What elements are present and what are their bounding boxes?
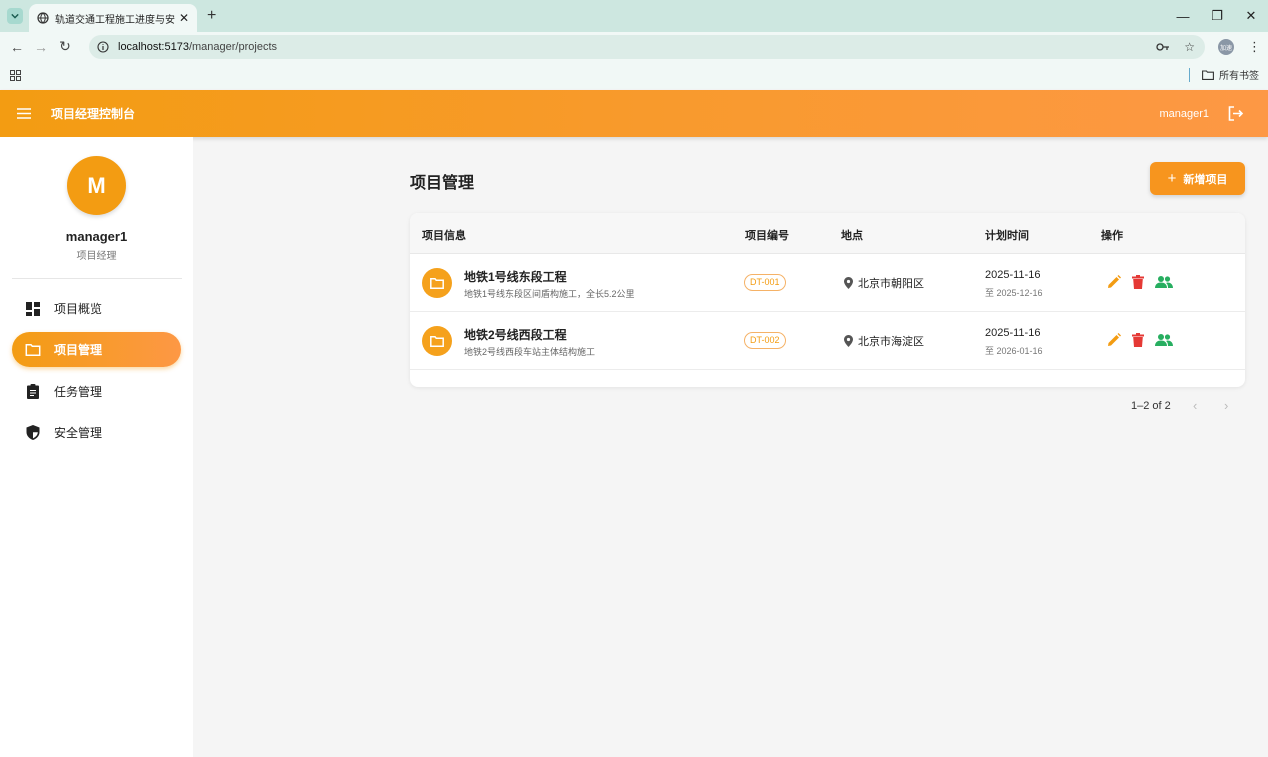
browser-tab-strip: 轨道交通工程施工进度与安全信 ✕ + — ❐ ✕ xyxy=(0,0,1268,32)
project-name: 地铁2号线西段工程 xyxy=(464,328,567,342)
sidebar-item-label: 安全管理 xyxy=(54,426,103,440)
add-project-label: 新增项目 xyxy=(1183,173,1228,186)
sidebar-item-label: 项目概览 xyxy=(54,302,103,316)
assignment-icon xyxy=(27,384,39,399)
folder-icon xyxy=(25,343,41,356)
bookmarks-bar: 所有书签 xyxy=(0,61,1268,89)
close-window-button[interactable]: ✕ xyxy=(1234,8,1268,24)
address-bar-actions: ☆ xyxy=(1156,35,1195,59)
menu-icon[interactable] xyxy=(17,108,31,119)
location-pin-icon xyxy=(844,335,853,347)
browser-toolbar: ← → ↻ localhost:5173/manager/projects ☆ … xyxy=(0,32,1268,61)
header-actions: 操作 xyxy=(1101,230,1123,242)
projects-table: 项目信息 项目编号 地点 计划时间 操作 地铁1号线东段工程 地铁1号线东段区间… xyxy=(410,213,1245,387)
avatar-letter: M xyxy=(87,172,106,198)
delete-icon[interactable] xyxy=(1132,275,1144,289)
tab-title: 轨道交通工程施工进度与安全信 xyxy=(55,14,175,26)
logout-icon[interactable] xyxy=(1228,106,1244,121)
sidebar-item-label: 任务管理 xyxy=(54,385,103,399)
next-page-icon[interactable]: › xyxy=(1224,398,1228,413)
bookmarks-separator xyxy=(1189,67,1190,82)
table-header: 项目信息 项目编号 地点 计划时间 操作 xyxy=(410,213,1245,254)
bookmark-star-icon[interactable]: ☆ xyxy=(1184,40,1195,54)
forward-button[interactable]: → xyxy=(34,39,48,55)
apps-grid-icon[interactable] xyxy=(10,69,21,81)
location-text: 北京市朝阳区 xyxy=(858,278,924,290)
globe-icon xyxy=(37,12,49,24)
url-path: /manager/projects xyxy=(188,41,277,53)
app-title: 项目经理控制台 xyxy=(51,107,136,121)
end-date: 至 2026-01-16 xyxy=(985,346,1043,356)
reload-button[interactable]: ↻ xyxy=(58,38,72,55)
tab-search-button[interactable] xyxy=(7,8,23,24)
pagination-info: 1–2 of 2 xyxy=(1131,400,1171,412)
sidebar-item-label: 项目管理 xyxy=(54,343,103,357)
header-username: manager1 xyxy=(1159,107,1209,120)
plus-icon: + xyxy=(1167,170,1177,187)
prev-page-icon[interactable]: ‹ xyxy=(1193,398,1197,413)
location-text: 北京市海淀区 xyxy=(858,336,924,348)
add-project-button[interactable]: + 新增项目 xyxy=(1150,162,1245,195)
restore-button[interactable]: ❐ xyxy=(1200,8,1234,24)
shield-icon xyxy=(26,425,40,440)
sidebar-item-safety[interactable]: 安全管理 xyxy=(12,415,181,450)
project-name: 地铁1号线东段工程 xyxy=(464,270,567,284)
chevron-down-icon xyxy=(11,13,19,19)
sidebar-item-overview[interactable]: 项目概览 xyxy=(12,291,181,326)
header-project-info: 项目信息 xyxy=(422,230,466,242)
start-date: 2025-11-16 xyxy=(985,327,1041,339)
table-row: 地铁1号线东段工程 地铁1号线东段区间盾构施工，全长5.2公里 DT-001 北… xyxy=(410,254,1245,312)
project-location: 北京市朝阳区 xyxy=(844,275,924,291)
new-tab-button[interactable]: + xyxy=(207,7,216,25)
project-description: 地铁2号线西段车站主体结构施工 xyxy=(464,347,596,357)
dashboard-icon xyxy=(26,301,40,316)
end-date: 至 2025-12-16 xyxy=(985,288,1043,298)
project-code-badge: DT-002 xyxy=(744,332,786,349)
row-actions xyxy=(1107,333,1184,347)
project-folder-icon xyxy=(422,268,452,298)
tab-close-icon[interactable]: ✕ xyxy=(179,11,189,25)
project-folder-icon xyxy=(422,326,452,356)
key-icon[interactable] xyxy=(1156,42,1170,52)
back-button[interactable]: ← xyxy=(10,39,24,55)
all-bookmarks[interactable]: 所有书签 xyxy=(1189,67,1259,82)
start-date: 2025-11-16 xyxy=(985,269,1041,281)
url-host: localhost:5173 xyxy=(118,41,189,53)
location-pin-icon xyxy=(844,277,853,289)
site-info-icon[interactable] xyxy=(97,41,109,53)
sidebar-username: manager1 xyxy=(65,229,128,244)
edit-icon[interactable] xyxy=(1107,333,1121,347)
sidebar: M manager1 项目经理 项目概览 项目管理 任务管理 安全管理 xyxy=(0,137,193,757)
header-schedule: 计划时间 xyxy=(985,230,1029,242)
address-bar[interactable]: localhost:5173/manager/projects ☆ xyxy=(89,35,1205,59)
project-description: 地铁1号线东段区间盾构施工，全长5.2公里 xyxy=(464,289,635,299)
edit-icon[interactable] xyxy=(1107,275,1121,289)
row-actions xyxy=(1107,275,1184,289)
all-bookmarks-label: 所有书签 xyxy=(1219,71,1259,82)
project-code-badge: DT-001 xyxy=(744,274,786,291)
project-location: 北京市海淀区 xyxy=(844,333,924,349)
profile-avatar[interactable]: 加速 xyxy=(1218,39,1234,55)
sidebar-item-projects[interactable]: 项目管理 xyxy=(12,332,181,367)
page-title: 项目管理 xyxy=(410,175,475,192)
members-icon[interactable] xyxy=(1155,276,1173,288)
window-controls: — ❐ ✕ xyxy=(1166,0,1268,32)
app-header: 项目经理控制台 manager1 xyxy=(0,90,1268,137)
folder-outline-icon xyxy=(1202,69,1214,80)
header-location: 地点 xyxy=(841,230,863,242)
sidebar-item-tasks[interactable]: 任务管理 xyxy=(12,374,181,409)
sidebar-divider xyxy=(12,278,182,279)
minimize-button[interactable]: — xyxy=(1166,9,1200,24)
browser-tab[interactable]: 轨道交通工程施工进度与安全信 ✕ xyxy=(29,4,197,32)
table-row: 地铁2号线西段工程 地铁2号线西段车站主体结构施工 DT-002 北京市海淀区 … xyxy=(410,312,1245,370)
browser-menu-icon[interactable]: ⋮ xyxy=(1248,39,1261,55)
user-avatar: M xyxy=(67,156,126,215)
members-icon[interactable] xyxy=(1155,334,1173,346)
delete-icon[interactable] xyxy=(1132,333,1144,347)
sidebar-user-role: 项目经理 xyxy=(76,251,117,262)
header-project-code: 项目编号 xyxy=(745,230,789,242)
profile-label: 加速 xyxy=(1219,45,1232,52)
